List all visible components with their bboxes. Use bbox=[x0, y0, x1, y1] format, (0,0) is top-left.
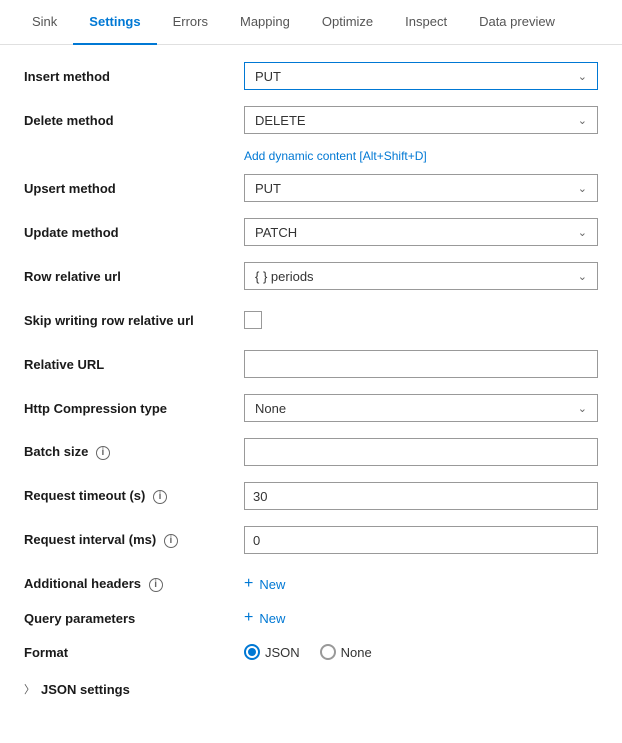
request-timeout-input[interactable]: 30 bbox=[244, 482, 598, 510]
relative-url-input[interactable] bbox=[244, 350, 598, 378]
upsert-method-row: Upsert method PUT ⌄ bbox=[24, 173, 598, 203]
row-relative-url-control: { } periods ⌄ bbox=[244, 262, 598, 290]
skip-writing-row: Skip writing row relative url bbox=[24, 305, 598, 335]
batch-size-input[interactable] bbox=[244, 438, 598, 466]
skip-writing-label: Skip writing row relative url bbox=[24, 313, 244, 328]
update-method-chevron-icon: ⌄ bbox=[578, 226, 587, 239]
delete-method-value: DELETE bbox=[255, 113, 306, 128]
request-timeout-row: Request timeout (s) i 30 bbox=[24, 481, 598, 511]
insert-method-control: PUT ⌄ bbox=[244, 62, 598, 90]
update-method-control: PATCH ⌄ bbox=[244, 218, 598, 246]
request-interval-control: 0 bbox=[244, 526, 598, 554]
http-compression-value: None bbox=[255, 401, 286, 416]
request-timeout-control: 30 bbox=[244, 482, 598, 510]
additional-headers-control: + New bbox=[244, 576, 598, 592]
row-relative-url-select[interactable]: { } periods ⌄ bbox=[244, 262, 598, 290]
format-none-label: None bbox=[341, 645, 372, 660]
query-params-new-button[interactable]: + New bbox=[244, 610, 285, 626]
update-method-label: Update method bbox=[24, 225, 244, 240]
row-relative-url-row: Row relative url { } periods ⌄ bbox=[24, 261, 598, 291]
dynamic-content-link[interactable]: Add dynamic content [Alt+Shift+D] bbox=[244, 149, 598, 163]
http-compression-select[interactable]: None ⌄ bbox=[244, 394, 598, 422]
delete-method-select[interactable]: DELETE ⌄ bbox=[244, 106, 598, 134]
tab-sink[interactable]: Sink bbox=[16, 0, 73, 45]
http-compression-chevron-icon: ⌄ bbox=[578, 402, 587, 415]
row-relative-url-value: { } periods bbox=[255, 269, 314, 284]
insert-method-row: Insert method PUT ⌄ bbox=[24, 61, 598, 91]
settings-content: Insert method PUT ⌄ Delete method DELETE… bbox=[0, 45, 622, 713]
upsert-method-label: Upsert method bbox=[24, 181, 244, 196]
delete-method-row: Delete method DELETE ⌄ bbox=[24, 105, 598, 135]
upsert-method-control: PUT ⌄ bbox=[244, 174, 598, 202]
tab-optimize[interactable]: Optimize bbox=[306, 0, 389, 45]
delete-method-control: DELETE ⌄ bbox=[244, 106, 598, 134]
upsert-method-value: PUT bbox=[255, 181, 281, 196]
json-settings-chevron-icon: 〉 bbox=[24, 681, 35, 697]
query-params-row: Query parameters + New bbox=[24, 603, 598, 633]
tab-mapping[interactable]: Mapping bbox=[224, 0, 306, 45]
request-interval-row: Request interval (ms) i 0 bbox=[24, 525, 598, 555]
update-method-row: Update method PATCH ⌄ bbox=[24, 217, 598, 247]
skip-writing-checkbox[interactable] bbox=[244, 311, 262, 329]
query-params-control: + New bbox=[244, 610, 598, 626]
format-none-radio[interactable] bbox=[320, 644, 336, 660]
update-method-value: PATCH bbox=[255, 225, 297, 240]
batch-size-info-icon: i bbox=[96, 446, 110, 460]
query-params-label: Query parameters bbox=[24, 611, 244, 626]
request-interval-info-icon: i bbox=[164, 534, 178, 548]
format-json-option[interactable]: JSON bbox=[244, 644, 300, 660]
query-params-new-label: New bbox=[259, 611, 285, 626]
format-json-label: JSON bbox=[265, 645, 300, 660]
format-none-option[interactable]: None bbox=[320, 644, 372, 660]
tab-inspect[interactable]: Inspect bbox=[389, 0, 463, 45]
format-control: JSON None bbox=[244, 644, 598, 660]
row-relative-url-chevron-icon: ⌄ bbox=[578, 270, 587, 283]
request-interval-input[interactable]: 0 bbox=[244, 526, 598, 554]
batch-size-row: Batch size i bbox=[24, 437, 598, 467]
http-compression-row: Http Compression type None ⌄ bbox=[24, 393, 598, 423]
update-method-select[interactable]: PATCH ⌄ bbox=[244, 218, 598, 246]
query-params-plus-icon: + bbox=[244, 610, 253, 626]
additional-headers-new-button[interactable]: + New bbox=[244, 576, 285, 592]
additional-headers-info-icon: i bbox=[149, 578, 163, 592]
format-json-radio[interactable] bbox=[244, 644, 260, 660]
format-row: Format JSON None bbox=[24, 637, 598, 667]
tab-settings[interactable]: Settings bbox=[73, 0, 156, 45]
additional-headers-new-label: New bbox=[259, 577, 285, 592]
request-timeout-info-icon: i bbox=[153, 490, 167, 504]
relative-url-label: Relative URL bbox=[24, 357, 244, 372]
insert-method-label: Insert method bbox=[24, 69, 244, 84]
additional-headers-label: Additional headers i bbox=[24, 576, 244, 592]
request-timeout-label: Request timeout (s) i bbox=[24, 488, 244, 504]
insert-method-select[interactable]: PUT ⌄ bbox=[244, 62, 598, 90]
tab-data-preview[interactable]: Data preview bbox=[463, 0, 571, 45]
skip-writing-control bbox=[244, 311, 598, 329]
additional-headers-plus-icon: + bbox=[244, 576, 253, 592]
json-settings-label: JSON settings bbox=[41, 682, 130, 697]
insert-method-chevron-icon: ⌄ bbox=[578, 70, 587, 83]
request-interval-label: Request interval (ms) i bbox=[24, 532, 244, 548]
relative-url-control bbox=[244, 350, 598, 378]
tab-errors[interactable]: Errors bbox=[157, 0, 224, 45]
json-settings-row[interactable]: 〉 JSON settings bbox=[24, 681, 598, 697]
relative-url-row: Relative URL bbox=[24, 349, 598, 379]
http-compression-control: None ⌄ bbox=[244, 394, 598, 422]
http-compression-label: Http Compression type bbox=[24, 401, 244, 416]
delete-method-label: Delete method bbox=[24, 113, 244, 128]
upsert-method-chevron-icon: ⌄ bbox=[578, 182, 587, 195]
delete-method-chevron-icon: ⌄ bbox=[578, 114, 587, 127]
batch-size-label: Batch size i bbox=[24, 444, 244, 460]
format-label: Format bbox=[24, 645, 244, 660]
format-radio-group: JSON None bbox=[244, 644, 598, 660]
additional-headers-row: Additional headers i + New bbox=[24, 569, 598, 599]
tab-bar: Sink Settings Errors Mapping Optimize In… bbox=[0, 0, 622, 45]
batch-size-control bbox=[244, 438, 598, 466]
row-relative-url-label: Row relative url bbox=[24, 269, 244, 284]
insert-method-value: PUT bbox=[255, 69, 281, 84]
upsert-method-select[interactable]: PUT ⌄ bbox=[244, 174, 598, 202]
